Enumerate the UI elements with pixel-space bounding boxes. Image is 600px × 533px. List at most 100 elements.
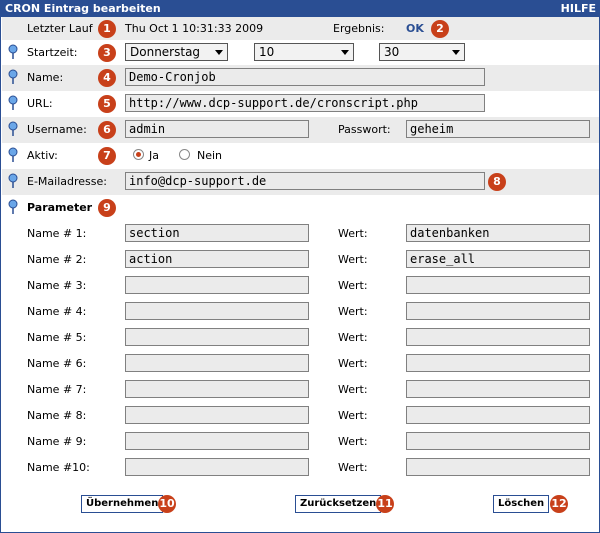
- delete-button[interactable]: Löschen: [493, 495, 550, 513]
- param-wert-input[interactable]: [406, 354, 590, 372]
- email-input[interactable]: info@dcp-support.de: [125, 172, 485, 190]
- pin-icon: [7, 44, 20, 60]
- param-wert-input[interactable]: datenbanken: [406, 224, 590, 242]
- param-wert-label: Wert:: [338, 331, 368, 344]
- param-wert-input[interactable]: [406, 380, 590, 398]
- badge-3: 3: [98, 44, 116, 62]
- param-name-input[interactable]: [125, 328, 309, 346]
- help-link[interactable]: HILFE: [561, 0, 596, 17]
- param-name-label: Name # 4:: [27, 305, 87, 318]
- param-wert-label: Wert:: [338, 435, 368, 448]
- minute-select[interactable]: 30: [379, 43, 465, 61]
- aktiv-label: Aktiv:: [27, 149, 58, 162]
- param-wert-input[interactable]: [406, 302, 590, 320]
- param-name-label: Name # 3:: [27, 279, 87, 292]
- param-wert-input[interactable]: [406, 406, 590, 424]
- startzeit-row: Startzeit: 3 Donnerstag 10 30: [2, 40, 599, 65]
- pin-icon: [7, 95, 20, 111]
- hour-select-value: 10: [259, 45, 275, 59]
- pin-icon: [7, 199, 20, 215]
- param-name-input[interactable]: [125, 380, 309, 398]
- param-row: Name # 3: Wert:: [2, 273, 599, 299]
- param-wert-label: Wert:: [338, 357, 368, 370]
- chevron-down-icon: [341, 50, 349, 55]
- param-name-label: Name # 6:: [27, 357, 87, 370]
- pin-icon: [7, 69, 20, 85]
- url-label: URL:: [27, 97, 53, 110]
- badge-2: 2: [431, 20, 449, 38]
- badge-5: 5: [98, 95, 116, 113]
- param-row: Name # 6: Wert:: [2, 351, 599, 377]
- param-wert-input[interactable]: erase_all: [406, 250, 590, 268]
- day-select[interactable]: Donnerstag: [125, 43, 228, 61]
- parameter-heading-row: Parameter 9: [2, 195, 599, 221]
- passwort-input[interactable]: geheim: [406, 120, 590, 138]
- result-label: Ergebnis:: [333, 22, 385, 35]
- param-name-input[interactable]: action: [125, 250, 309, 268]
- param-row: Name # 9: Wert:: [2, 429, 599, 455]
- badge-12: 12: [550, 495, 568, 513]
- badge-8: 8: [488, 173, 506, 191]
- param-row: Name # 1: section Wert: datenbanken: [2, 221, 599, 247]
- username-input[interactable]: admin: [125, 120, 309, 138]
- pin-icon: [7, 121, 20, 137]
- param-wert-label: Wert:: [338, 461, 368, 474]
- name-input[interactable]: Demo-Cronjob: [125, 68, 485, 86]
- param-row: Name # 8: Wert:: [2, 403, 599, 429]
- param-name-label: Name # 5:: [27, 331, 87, 344]
- param-wert-label: Wert:: [338, 253, 368, 266]
- day-select-value: Donnerstag: [130, 45, 201, 59]
- param-name-label: Name #10:: [27, 461, 90, 474]
- result-value: OK: [406, 22, 424, 35]
- badge-9: 9: [98, 199, 116, 217]
- parameter-heading: Parameter: [27, 201, 93, 214]
- hour-select[interactable]: 10: [254, 43, 354, 61]
- param-row: Name # 5: Wert:: [2, 325, 599, 351]
- chevron-down-icon: [452, 50, 460, 55]
- badge-11: 11: [376, 495, 394, 513]
- aktiv-ja-radio[interactable]: [133, 149, 144, 160]
- aktiv-nein-radio[interactable]: [179, 149, 190, 160]
- minute-select-value: 30: [384, 45, 400, 59]
- param-row: Name # 4: Wert:: [2, 299, 599, 325]
- param-wert-input[interactable]: [406, 432, 590, 450]
- param-name-label: Name # 8:: [27, 409, 87, 422]
- name-label: Name:: [27, 71, 64, 84]
- param-wert-label: Wert:: [338, 383, 368, 396]
- param-name-label: Name # 9:: [27, 435, 87, 448]
- badge-6: 6: [98, 121, 116, 139]
- param-name-input[interactable]: [125, 276, 309, 294]
- credentials-row: Username: 6 admin Passwort: geheim: [2, 117, 599, 143]
- param-wert-label: Wert:: [338, 227, 368, 240]
- param-name-input[interactable]: [125, 458, 309, 476]
- param-row: Name # 7: Wert:: [2, 377, 599, 403]
- param-name-input[interactable]: [125, 354, 309, 372]
- last-run-label: Letzter Lauf: [27, 22, 93, 35]
- passwort-label: Passwort:: [338, 123, 391, 136]
- badge-1: 1: [98, 20, 116, 38]
- aktiv-nein-label: Nein: [197, 149, 223, 162]
- aktiv-ja-label: Ja: [149, 149, 159, 162]
- email-row: E-Mailadresse: info@dcp-support.de 8: [2, 169, 599, 195]
- url-row: URL: 5 http://www.dcp-support.de/cronscr…: [2, 91, 599, 117]
- param-name-label: Name # 2:: [27, 253, 87, 266]
- param-name-input[interactable]: [125, 302, 309, 320]
- chevron-down-icon: [215, 50, 223, 55]
- save-button[interactable]: Übernehmen: [81, 495, 164, 513]
- title-bar: CRON Eintrag bearbeiten HILFE: [0, 0, 600, 17]
- aktiv-row: Aktiv: 7 Ja Nein: [2, 143, 599, 169]
- param-name-input[interactable]: [125, 406, 309, 424]
- param-wert-label: Wert:: [338, 305, 368, 318]
- status-row: Letzter Lauf 1 Thu Oct 1 10:31:33 2009 E…: [2, 17, 599, 41]
- reset-button[interactable]: Zurücksetzen: [295, 495, 382, 513]
- url-input[interactable]: http://www.dcp-support.de/cronscript.php: [125, 94, 485, 112]
- param-wert-input[interactable]: [406, 458, 590, 476]
- param-row: Name # 2: action Wert: erase_all: [2, 247, 599, 273]
- param-name-input[interactable]: [125, 432, 309, 450]
- param-name-input[interactable]: section: [125, 224, 309, 242]
- param-wert-label: Wert:: [338, 279, 368, 292]
- param-wert-input[interactable]: [406, 276, 590, 294]
- param-wert-input[interactable]: [406, 328, 590, 346]
- badge-7: 7: [98, 147, 116, 165]
- page-title: CRON Eintrag bearbeiten: [5, 2, 161, 15]
